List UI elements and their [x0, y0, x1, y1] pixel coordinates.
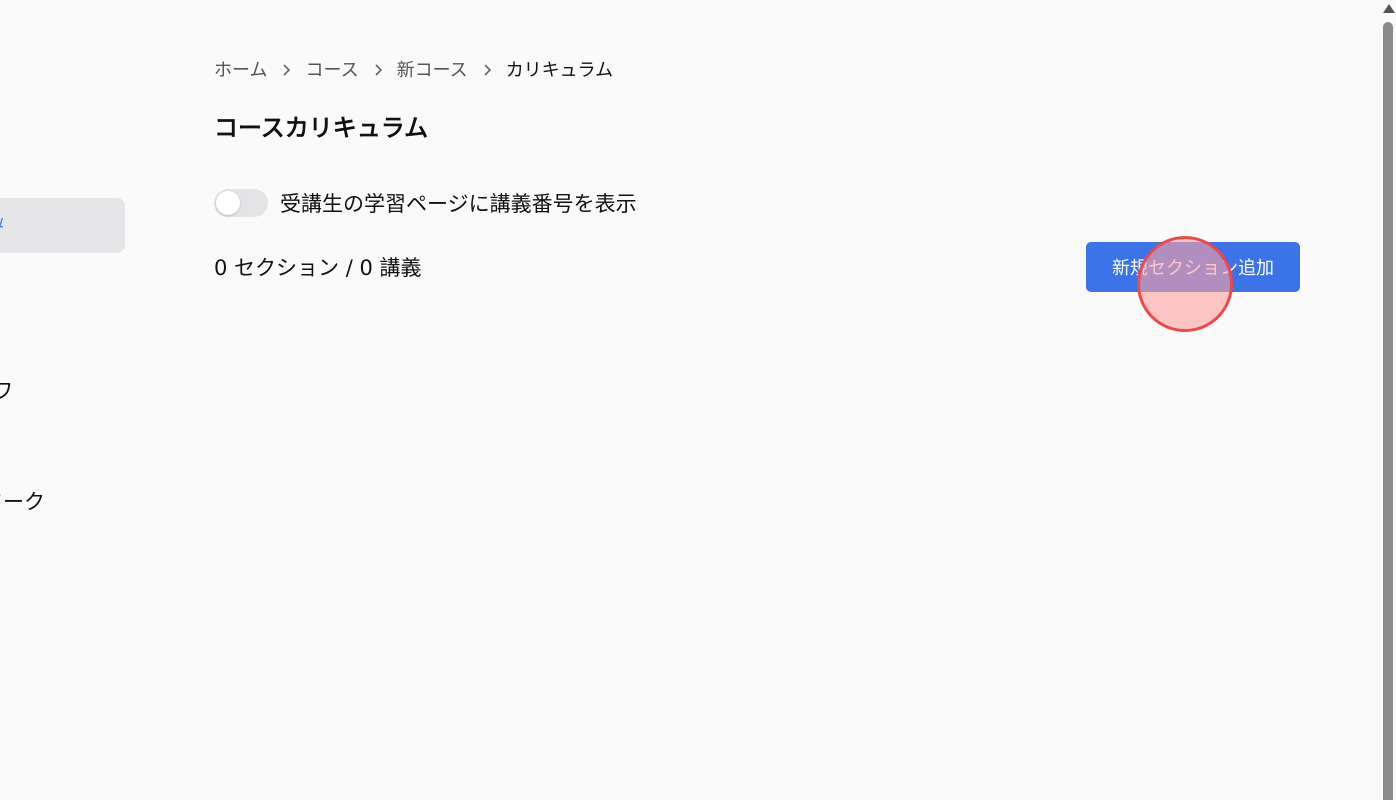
- scrollbar-thumb[interactable]: [1383, 22, 1393, 800]
- chevron-right-icon: [267, 59, 305, 80]
- breadcrumb: ホーム コース 新コース カリキュラム: [214, 56, 613, 82]
- add-section-button[interactable]: 新規セクション追加: [1086, 242, 1300, 292]
- lecture-number-toggle-row: 受講生の学習ページに講義番号を表示: [214, 188, 637, 218]
- page: ム ワ ワーク ホーム コース 新コース カリキュラム コースカリキュラム 受講…: [0, 0, 1396, 800]
- breadcrumb-new-course[interactable]: 新コース: [397, 56, 468, 82]
- sidebar-item-active[interactable]: [0, 198, 125, 253]
- sidebar-item-active-label: ム: [0, 218, 3, 230]
- sidebar: ム ワ ワーク: [0, 0, 130, 800]
- vertical-scrollbar[interactable]: [1380, 0, 1396, 800]
- toggle-knob: [216, 191, 240, 215]
- breadcrumb-curriculum: カリキュラム: [505, 60, 614, 81]
- scroll-up-icon[interactable]: [1383, 4, 1395, 13]
- sidebar-item-2-label[interactable]: ワーク: [0, 486, 45, 516]
- lecture-number-toggle-label: 受講生の学習ページに講義番号を表示: [280, 192, 637, 216]
- page-title: コースカリキュラム: [214, 114, 429, 142]
- sidebar-item-1-label[interactable]: ワ: [0, 375, 13, 405]
- breadcrumb-home[interactable]: ホーム: [214, 56, 267, 82]
- chevron-right-icon: [468, 59, 506, 80]
- chevron-right-icon: [359, 59, 397, 80]
- breadcrumb-courses[interactable]: コース: [305, 56, 358, 82]
- section-lecture-count: 0 セクション / 0 講義: [214, 256, 422, 280]
- lecture-number-toggle[interactable]: [214, 189, 268, 217]
